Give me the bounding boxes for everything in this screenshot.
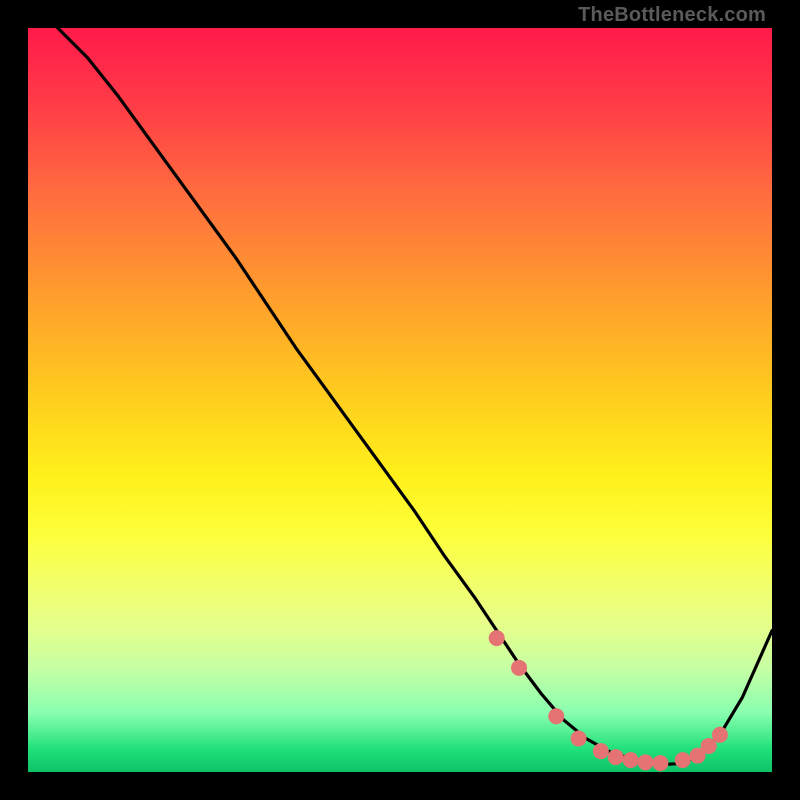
valley-dot — [548, 708, 564, 724]
valley-dot — [638, 754, 654, 770]
watermark-text: TheBottleneck.com — [578, 4, 766, 27]
valley-dot — [489, 630, 505, 646]
valley-dot — [593, 743, 609, 759]
valley-dot — [623, 752, 639, 768]
valley-dot — [675, 752, 691, 768]
bottleneck-curve — [58, 28, 772, 765]
valley-dot — [511, 660, 527, 676]
valley-dot — [652, 755, 668, 771]
valley-dot — [608, 749, 624, 765]
valley-dot — [571, 731, 587, 747]
plot-area — [28, 28, 772, 772]
chart-svg — [28, 28, 772, 772]
valley-dots-group — [489, 630, 728, 771]
valley-dot — [712, 727, 728, 743]
chart-stage: TheBottleneck.com — [0, 0, 800, 800]
